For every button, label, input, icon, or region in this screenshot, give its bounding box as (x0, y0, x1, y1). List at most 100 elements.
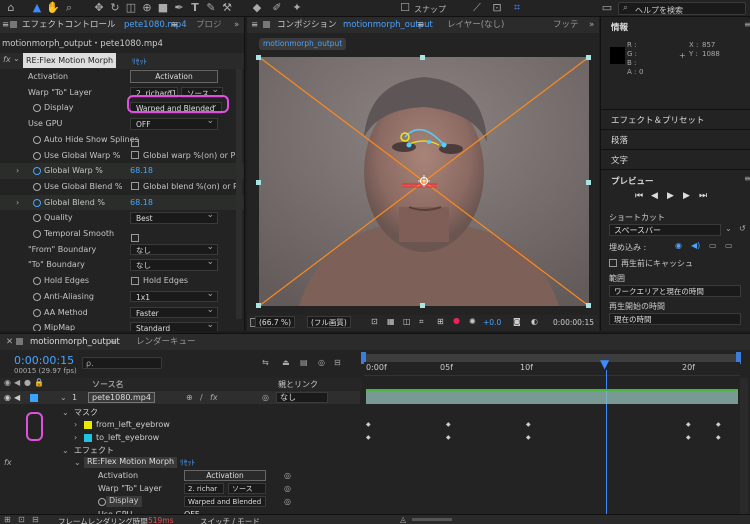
reset-link[interactable]: ﾘｾｯﾄ (132, 56, 147, 67)
audio-toggle-icon[interactable]: ◀) (691, 241, 700, 250)
layer-row[interactable]: ◉ ◀ ⌄ 1 pete1080.mp4 ⊕ / fx ◎ なし (0, 391, 360, 404)
fx-icon[interactable]: fx (3, 55, 11, 64)
use-global-blend-checkbox[interactable] (131, 179, 143, 195)
layer-handle[interactable] (586, 55, 591, 60)
lock-icon[interactable] (16, 338, 23, 345)
layer-duration-bar[interactable] (366, 391, 738, 404)
layer-handle[interactable] (420, 303, 425, 308)
stopwatch-icon[interactable] (33, 151, 41, 160)
first-frame-icon[interactable]: ⏮ (635, 191, 643, 201)
frame-blend-icon[interactable]: ▤ (300, 358, 308, 367)
spline-point[interactable] (406, 142, 412, 148)
show-snapshot-icon[interactable]: ◐ (531, 317, 538, 326)
keyframe-icon[interactable]: ◆ (526, 421, 531, 428)
anti-aliasing-dropdown[interactable]: 1x1 (130, 289, 218, 303)
activation-button[interactable]: Activation (130, 70, 218, 83)
panel-menu-icon[interactable]: ≡ (2, 17, 9, 33)
tab-layer[interactable]: レイヤー(なし) (447, 17, 504, 33)
toggle-timing-icon[interactable]: ⊟ (32, 515, 39, 524)
comp-breadcrumb[interactable]: motionmorph_output (259, 38, 347, 50)
play-icon[interactable]: ▶ (667, 191, 674, 201)
region-icon[interactable]: ⊡ (371, 317, 378, 326)
expand-arrow-icon[interactable]: ⌄ (60, 391, 67, 404)
transparency-grid-icon[interactable]: ▦ (387, 317, 395, 326)
lock-icon[interactable] (10, 21, 17, 28)
stopwatch-icon[interactable] (98, 498, 106, 506)
workspace-icon[interactable]: ▭ (600, 1, 614, 15)
paragraph-section[interactable]: 段落 (611, 134, 628, 146)
tab-timeline-comp[interactable]: motionmorph_output (30, 334, 120, 350)
quality-dropdown[interactable]: Best (130, 210, 218, 224)
more-tabs-icon[interactable]: » (589, 17, 594, 33)
stopwatch-icon[interactable] (33, 324, 41, 331)
keyframe-icon[interactable]: ◆ (446, 421, 451, 428)
exposure-reset-icon[interactable]: ✺ (469, 317, 476, 326)
mask-visibility-icon[interactable]: ◫ (403, 317, 411, 326)
stopwatch-icon[interactable] (33, 198, 41, 207)
time-ruler[interactable]: 0:00f 05f 10f 20f (364, 362, 740, 376)
composition-viewer[interactable] (259, 57, 589, 306)
effect-row[interactable]: fx ⌄ RE:Flex Motion Morph ﾘｾｯﾄ (0, 456, 360, 469)
more-tabs-icon[interactable]: » (234, 17, 239, 33)
overlay-toggle-icon[interactable]: ▭ (709, 241, 717, 250)
keyframe-icon[interactable]: ◆ (716, 434, 721, 441)
keyframe-icon[interactable]: ◆ (686, 421, 691, 428)
label-color-swatch[interactable] (30, 394, 38, 402)
layer-handle[interactable] (586, 180, 591, 185)
parent-pickwhip-icon[interactable]: ◎ (262, 391, 269, 404)
mask-color-swatch[interactable] (84, 434, 92, 442)
lock-icon[interactable] (263, 21, 270, 28)
global-blend-value[interactable]: 68.18 (130, 195, 153, 211)
stopwatch-icon[interactable] (33, 214, 41, 223)
mask-row-from[interactable]: › from_left_eyebrow (0, 418, 360, 431)
layer-search-input[interactable]: ρ. (82, 357, 162, 369)
stopwatch-icon[interactable] (33, 182, 41, 191)
expand-arrow-icon[interactable]: ⌄ (13, 54, 20, 63)
zoom-tool-icon[interactable]: ⌕ (62, 1, 76, 15)
source-name-header[interactable]: ソース名 (92, 379, 124, 390)
layer-name[interactable]: pete1080.mp4 (88, 392, 155, 403)
channel-icon[interactable]: ● (453, 316, 460, 325)
move-tool-icon[interactable]: ✥ (92, 1, 106, 15)
reset-icon[interactable]: ↺ (739, 224, 746, 233)
toggle-switches-icon[interactable]: ⊞ (4, 515, 11, 524)
expand-arrow-icon[interactable]: ⌄ (74, 456, 81, 469)
3d-view-icon[interactable]: ⊞ (437, 317, 444, 326)
hand-tool-icon[interactable]: ✋ (46, 1, 60, 15)
viewer-timecode[interactable]: 0:00:00:15 (553, 318, 594, 327)
quality-switch-icon[interactable]: / (200, 391, 203, 404)
tab-effect-controls[interactable]: エフェクトコントロール (22, 17, 116, 33)
snap-option-icon-2[interactable]: ⊡ (490, 1, 504, 15)
mipmap-dropdown[interactable]: Standard (130, 320, 218, 331)
puppet-pin-icon[interactable]: ✦ (290, 1, 304, 15)
layer-handle[interactable] (256, 180, 261, 185)
camera-tool-icon[interactable]: ◫ (124, 1, 138, 15)
brush-tool-icon[interactable]: ✎ (204, 1, 218, 15)
playhead-icon[interactable]: ▼ (600, 358, 612, 370)
shy-switch-icon[interactable]: ⊕ (186, 391, 193, 404)
stopwatch-icon[interactable] (33, 292, 41, 301)
expand-arrow-icon[interactable]: › (16, 195, 19, 211)
tab-close-icon[interactable]: ≡ (171, 17, 178, 33)
info-menu-icon[interactable]: ≡ (744, 20, 750, 29)
stopwatch-icon[interactable] (33, 104, 41, 113)
preview-menu-icon[interactable]: ≡ (744, 174, 750, 183)
audio-icon[interactable]: ◀ (14, 391, 20, 404)
tab-menu-icon[interactable]: ≡ (417, 17, 424, 33)
resolution-dropdown[interactable]: (フル画質) (307, 316, 351, 328)
expression-pickwhip-icon[interactable]: ◎ (284, 482, 291, 495)
expand-arrow-icon[interactable]: › (74, 418, 77, 431)
mask-row-to[interactable]: › to_left_eyebrow (0, 431, 360, 444)
expand-arrow-icon[interactable]: › (16, 163, 19, 179)
parent-link-header[interactable]: 親とリンク (278, 379, 318, 390)
use-global-warp-checkbox[interactable] (131, 148, 143, 164)
tab-render-queue[interactable]: レンダーキュー (136, 334, 196, 350)
mask-name[interactable]: to_left_eyebrow (96, 431, 159, 444)
activation-button[interactable]: Activation (184, 470, 266, 481)
keyframe-icon[interactable]: ◆ (446, 434, 451, 441)
keyframe-icon[interactable]: ◆ (366, 421, 371, 428)
shape-tool-icon[interactable]: ■ (156, 1, 170, 15)
expression-pickwhip-icon[interactable]: ◎ (284, 495, 291, 508)
ec-scrollbar[interactable] (236, 69, 242, 319)
stopwatch-icon[interactable] (33, 167, 41, 176)
